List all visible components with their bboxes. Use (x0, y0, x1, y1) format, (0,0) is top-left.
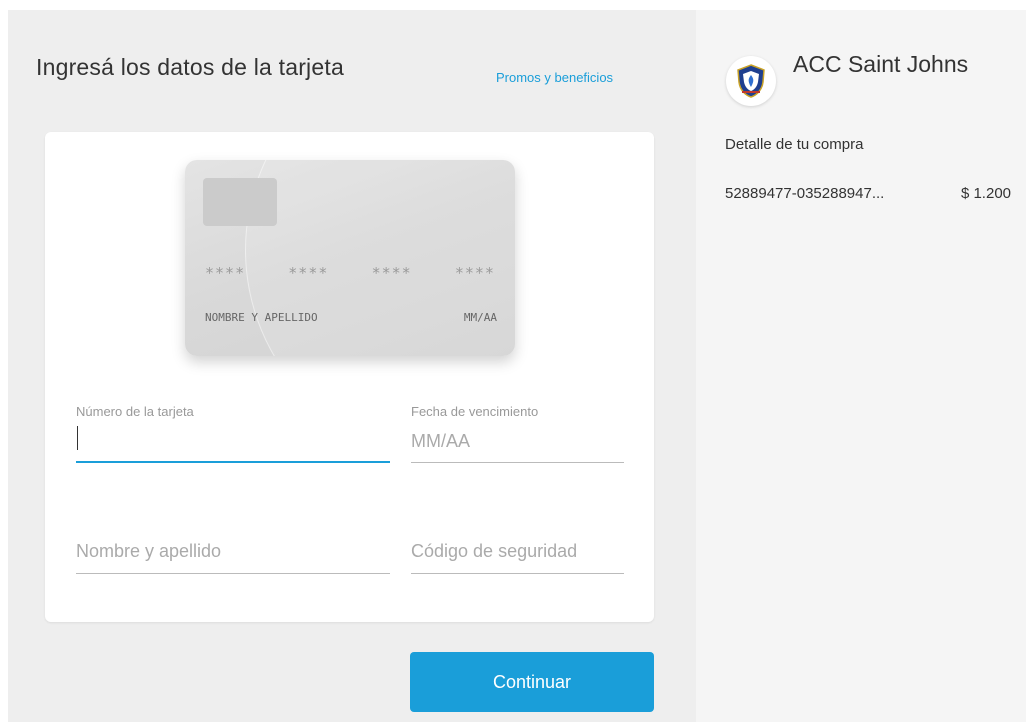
purchase-detail-heading: Detalle de tu compra (725, 136, 864, 153)
order-amount: $ 1.200 (960, 185, 1011, 202)
card-number-label: Número de la tarjeta (76, 404, 194, 419)
card-number-field[interactable]: Número de la tarjeta (76, 404, 390, 466)
expiry-field[interactable]: Fecha de vencimiento MM/AA (411, 404, 624, 466)
card-number-group: **** (288, 264, 329, 282)
shield-crest-icon (737, 64, 765, 98)
merchant-name: ACC Saint Johns (793, 51, 969, 77)
order-id: 52889477-035288947... (725, 185, 885, 202)
expiry-input[interactable]: MM/AA (411, 431, 470, 452)
merchant-logo (726, 56, 776, 106)
card-decoration (245, 160, 515, 356)
continue-button[interactable]: Continuar (410, 652, 654, 712)
cardholder-name-input[interactable]: Nombre y apellido (76, 541, 221, 562)
page-title: Ingresá los datos de la tarjeta (36, 54, 344, 80)
security-code-underline (411, 573, 624, 574)
expiry-underline (411, 462, 624, 463)
text-caret (77, 426, 78, 450)
checkout-page: Ingresá los datos de la tarjeta Promos y… (0, 0, 1026, 722)
card-preview: **** **** **** **** NOMBRE Y APELLIDO MM… (185, 160, 515, 356)
card-number-group: **** (371, 264, 412, 282)
summary-panel (696, 10, 1026, 722)
expiry-label: Fecha de vencimiento (411, 404, 539, 419)
cardholder-name-field[interactable]: Nombre y apellido (76, 540, 390, 576)
cardholder-name-underline (76, 573, 390, 574)
card-expiry-preview: MM/AA (463, 311, 497, 324)
card-chip (203, 178, 277, 226)
card-number-preview: **** **** **** **** (205, 264, 495, 282)
card-number-underline (76, 461, 390, 463)
card-number-group: **** (454, 264, 495, 282)
order-line-item: 52889477-035288947... $ 1.200 (725, 185, 1011, 202)
card-holder-preview: NOMBRE Y APELLIDO (205, 311, 318, 324)
card-number-group: **** (205, 264, 246, 282)
security-code-field[interactable]: Código de seguridad (411, 540, 624, 576)
security-code-input[interactable]: Código de seguridad (411, 541, 577, 562)
promos-link[interactable]: Promos y beneficios (496, 70, 613, 85)
